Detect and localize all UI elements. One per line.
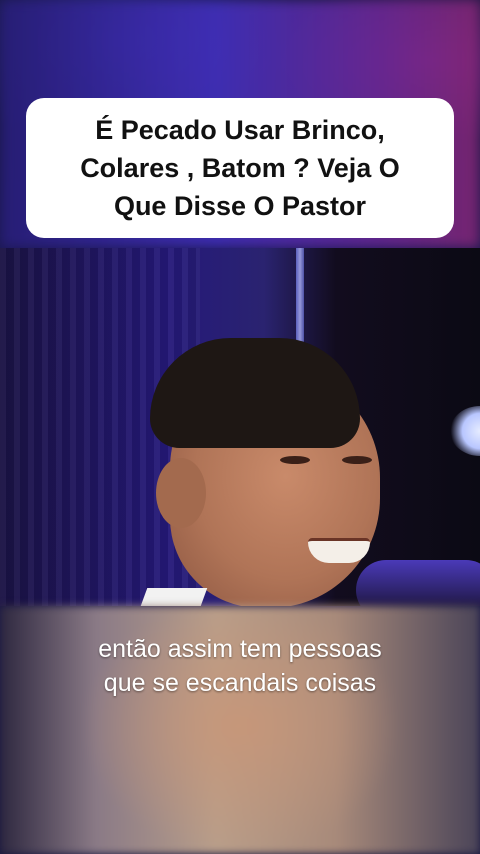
shirt-collar <box>132 588 208 606</box>
video-screen[interactable]: É Pecado Usar Brinco, Colares , Batom ? … <box>0 0 480 854</box>
caption-line: que se escandais coisas <box>103 669 377 697</box>
speaker-eye <box>280 456 310 464</box>
microphone <box>356 560 480 606</box>
title-card: É Pecado Usar Brinco, Colares , Batom ? … <box>26 98 454 238</box>
video-frame[interactable] <box>0 248 480 606</box>
speaker-eye <box>342 456 372 464</box>
caption-line: então assim tem pessoas <box>98 635 382 663</box>
title-line: É Pecado Usar Brinco, <box>95 115 385 145</box>
speaker-person <box>130 338 390 606</box>
title-line: Colares , Batom ? Veja O <box>80 153 400 183</box>
stage-pole <box>296 248 304 348</box>
speaker-smile <box>308 538 370 563</box>
title-line: Que Disse O Pastor <box>113 191 367 221</box>
speaker-hair <box>150 338 360 448</box>
subtitle-caption: então assim tem pessoas que se escandais… <box>0 632 480 700</box>
speaker-ear <box>156 458 206 528</box>
stage-light <box>450 406 480 456</box>
video-title: É Pecado Usar Brinco, Colares , Batom ? … <box>80 111 400 225</box>
